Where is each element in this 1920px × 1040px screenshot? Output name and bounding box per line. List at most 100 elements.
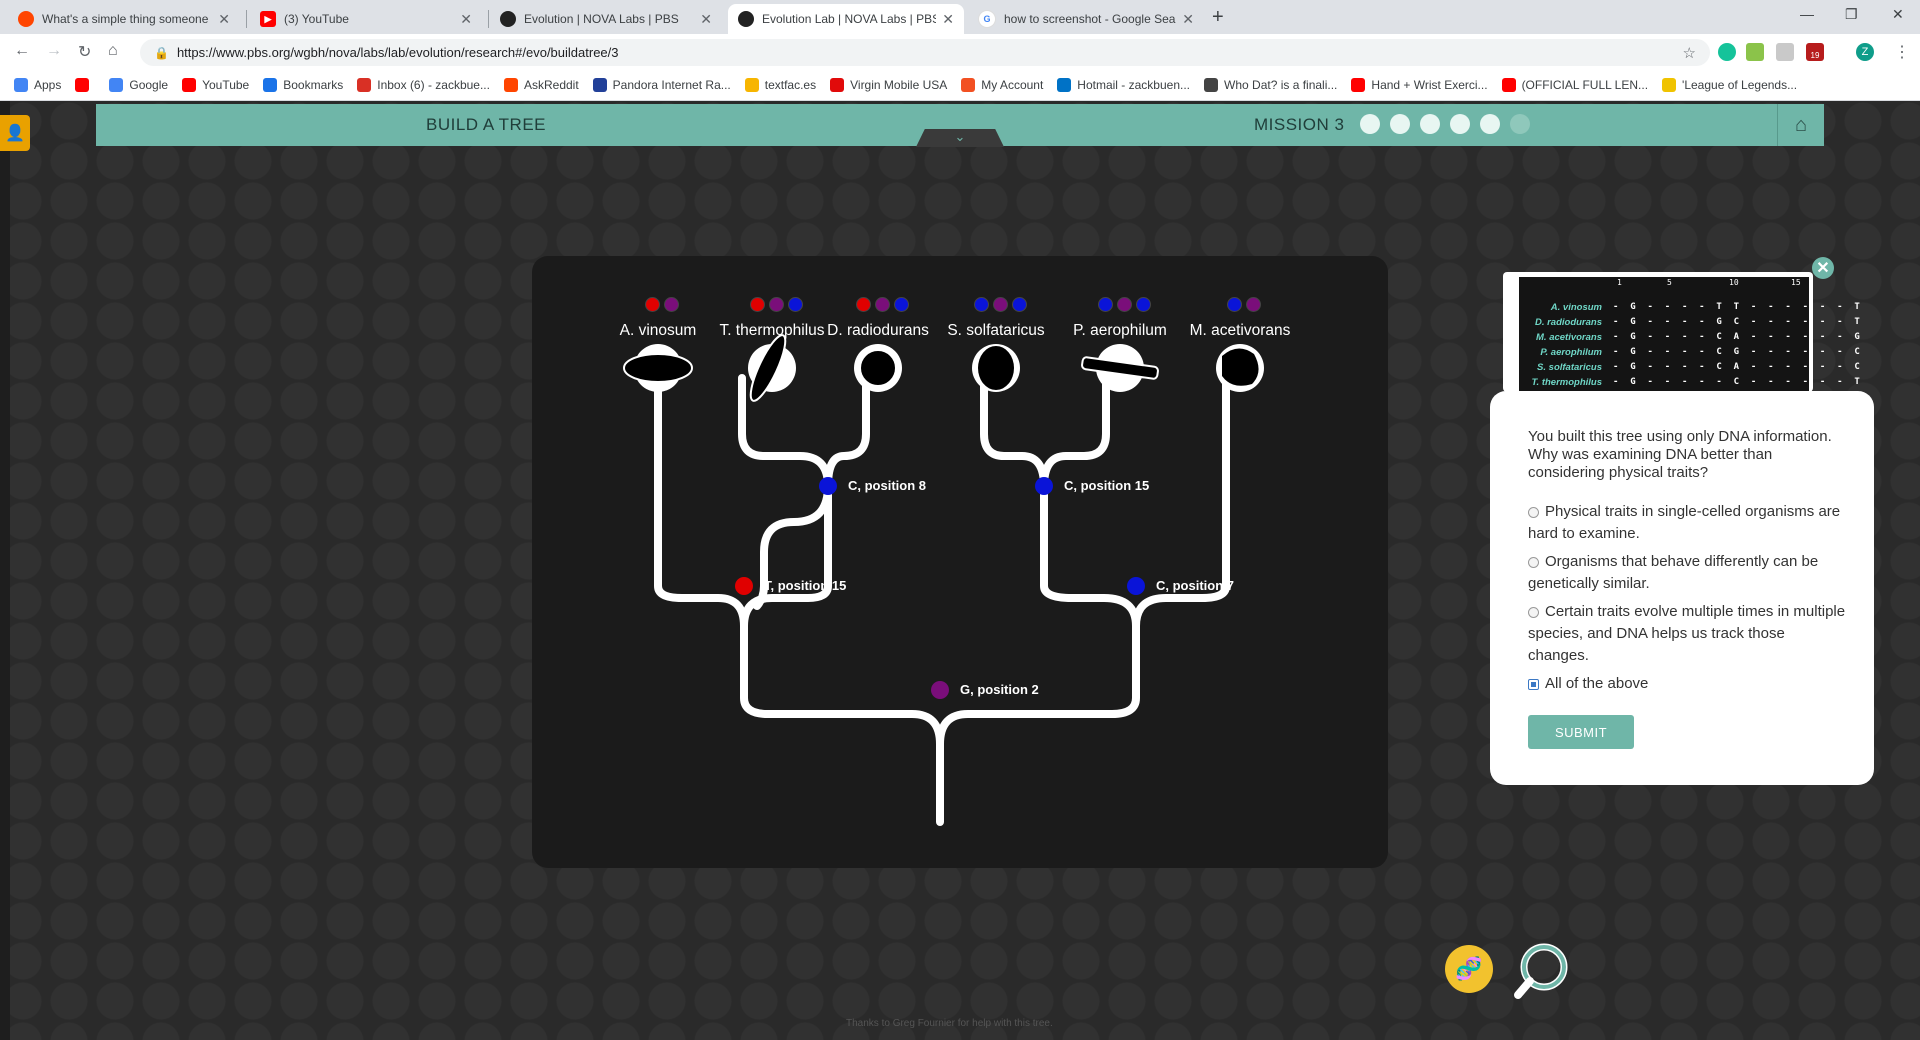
close-tab-icon[interactable]: ✕ [1182,11,1194,28]
submit-button[interactable]: SUBMIT [1528,715,1634,749]
alignment-species-name: S. solfataricus [1537,362,1602,373]
close-tab-icon[interactable]: ✕ [218,11,230,28]
bookmark-item[interactable]: (OFFICIAL FULL LEN... [1501,78,1649,92]
mutation-dot [992,297,1008,312]
mutation-dot [768,297,784,312]
reload-icon[interactable]: ↻ [78,42,91,62]
question-card: You built this tree using only DNA infor… [1490,391,1874,785]
tab-title: What's a simple thing someone c [42,12,213,26]
mutation-node[interactable] [819,477,837,495]
bookmark-label: Who Dat? is a finali... [1224,78,1338,92]
menu-icon[interactable]: ⋮ [1894,42,1910,62]
bookmark-item[interactable]: Inbox (6) - zackbue... [357,78,490,92]
close-tab-icon[interactable]: ✕ [460,11,472,28]
mutation-dot [1116,297,1132,312]
radio-button[interactable] [1528,556,1539,568]
bookmark-item[interactable]: 'League of Legends... [1662,78,1797,92]
mutation-node[interactable] [735,577,753,595]
profile-avatar[interactable]: Z [1856,43,1874,61]
node-label: C, position 7 [1156,578,1234,593]
close-tab-icon[interactable]: ✕ [700,11,712,28]
browser-toolbar: ← → ↻ ⌂ 🔒 https://www.pbs.org/wgbh/nova/… [0,34,1920,70]
alignment-row: S. solfataricus - G - - - - C A - - - - -… [1521,362,1860,376]
branch [740,482,832,630]
address-bar[interactable]: 🔒 https://www.pbs.org/wgbh/nova/labs/lab… [140,39,1710,66]
close-icon[interactable]: ✕ [1812,257,1834,279]
bookmark-label: Hand + Wrist Exerci... [1371,78,1488,92]
bookmark-label: Hotmail - zackbuen... [1077,78,1191,92]
bookmark-icon [744,78,759,92]
mutation-node[interactable] [1127,577,1145,595]
bookmark-icon [1057,78,1072,92]
bookmark-item[interactable]: My Account [961,78,1043,92]
mission-label: MISSION 3 [1254,115,1345,134]
forward-icon[interactable]: → [46,42,62,60]
grammarly-icon[interactable] [1718,43,1736,61]
radio-button[interactable] [1528,506,1539,518]
radio-button[interactable] [1528,606,1539,618]
back-icon[interactable]: ← [14,42,30,60]
bookmark-item[interactable]: AskReddit [503,78,579,92]
bookmark-item[interactable]: Google [109,78,168,92]
bookmark-item[interactable] [75,78,95,92]
mutation-node[interactable] [931,681,949,699]
bookmark-item[interactable]: Bookmarks [263,78,343,92]
restore-icon[interactable]: ❐ [1845,6,1858,23]
home-button[interactable]: ⌂ [1777,104,1824,146]
magnifier-tool-button[interactable] [1512,941,1572,1001]
browser-tab[interactable]: G how to screenshot - Google Sear ✕ [968,4,1204,34]
browser-tab[interactable]: ▶ (3) YouTube ✕ [250,4,482,34]
mutation-dot [645,297,660,312]
extension-badge-icon[interactable]: 19 [1806,43,1824,61]
user-icon[interactable]: 👤 [0,115,30,151]
minimize-icon[interactable]: — [1800,6,1814,22]
extension-icon[interactable] [1776,43,1794,61]
answer-option[interactable]: Certain traits evolve multiple times in … [1528,601,1848,667]
browser-tab-active[interactable]: Evolution Lab | NOVA Labs | PBS ✕ [728,4,964,34]
bookmark-item[interactable]: Who Dat? is a finali... [1204,78,1337,92]
close-tab-icon[interactable]: ✕ [942,11,954,28]
bookmark-item[interactable]: textfac.es [744,78,816,92]
bookmark-item[interactable]: Hotmail - zackbuen... [1057,78,1190,92]
mutation-dots [1227,297,1261,312]
close-window-icon[interactable]: ✕ [1892,6,1904,23]
mission-leaf-icon [1360,114,1380,134]
answer-option[interactable]: Organisms that behave differently can be… [1528,551,1848,595]
bookmark-icon [1204,78,1219,92]
extension-icon[interactable] [1746,43,1764,61]
bookmark-icon [75,78,90,92]
browser-tab[interactable]: Evolution | NOVA Labs | PBS ✕ [490,4,722,34]
alignment-position-tick: 1 [1617,278,1622,287]
mutation-dot [855,297,871,312]
mutation-node[interactable] [1035,477,1053,495]
bookmark-item[interactable]: Apps [14,78,61,92]
bookmark-item[interactable]: Virgin Mobile USA [830,78,947,92]
browser-tab[interactable]: What's a simple thing someone c ✕ [8,4,240,34]
answer-option[interactable]: All of the above [1528,673,1848,695]
organism-shape [978,346,1014,390]
organism-shape [859,349,897,387]
species-label: D. radiodurans [827,322,929,339]
bookmark-icon [503,78,518,92]
bookmark-star-icon[interactable]: ☆ [1683,44,1696,62]
answer-option[interactable]: Physical traits in single-celled organis… [1528,501,1848,545]
header-dropdown-toggle[interactable]: ⌄ [916,129,1004,147]
bookmark-item[interactable]: Hand + Wrist Exerci... [1351,78,1488,92]
new-tab-button[interactable]: + [1212,6,1224,29]
bookmark-item[interactable]: Pandora Internet Ra... [592,78,731,92]
mission-leaf-icon [1420,114,1440,134]
radio-button[interactable] [1528,678,1539,690]
dna-tool-button[interactable]: 🧬 [1445,945,1493,993]
alignment-sequence: - G - - - - T T - - - - - - T [1613,302,1863,312]
species-label: M. acetivorans [1189,322,1291,339]
browser-tab-strip: What's a simple thing someone c ✕ ▶ (3) … [0,0,1920,34]
dna-alignment-panel: 1 5 10 15 A. vinosum - G - - - - T T - - - - … [1503,272,1860,395]
alignment-sequence: - G - - - - C A - - - - - - G [1613,332,1863,342]
organism-shape [1222,348,1259,386]
alignment-row: P. aerophilum - G - - - - C G - - - - - -… [1521,347,1859,361]
bookmark-item[interactable]: YouTube [182,78,249,92]
bookmark-label: (OFFICIAL FULL LEN... [1521,78,1649,92]
mutation-dot [787,297,803,312]
home-icon[interactable]: ⌂ [108,42,118,60]
bookmark-label: Virgin Mobile USA [850,78,948,92]
